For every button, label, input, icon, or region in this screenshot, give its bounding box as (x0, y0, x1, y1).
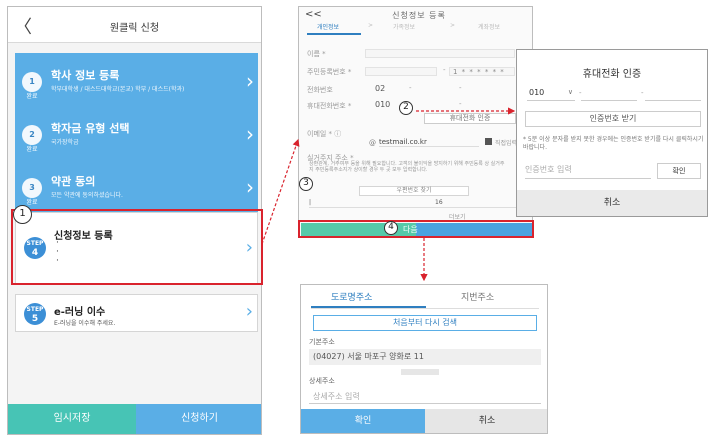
annotation-arrows (261, 107, 516, 282)
arrow-step4-to-form (261, 138, 300, 245)
